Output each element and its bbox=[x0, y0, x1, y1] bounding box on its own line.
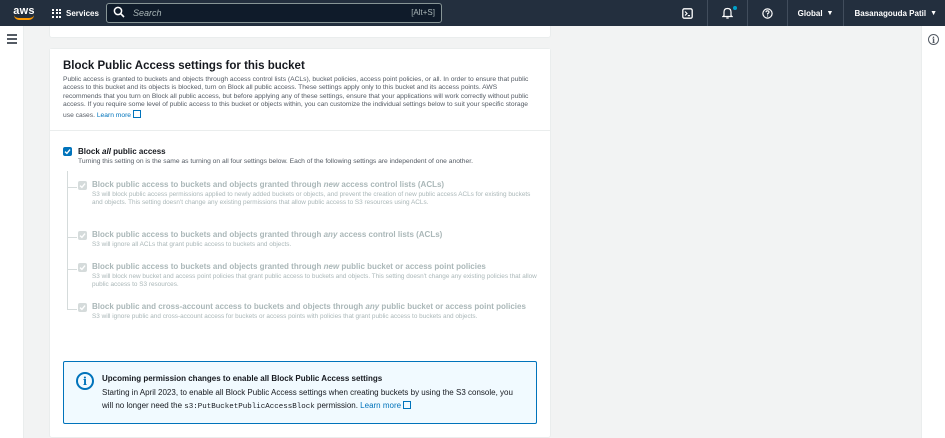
block-all-description: Turning this setting on is the same as t… bbox=[78, 158, 473, 165]
setting-checkbox-disabled[interactable] bbox=[78, 231, 87, 240]
alert-body: Starting in April 2023, to enable all Bl… bbox=[102, 388, 513, 411]
aws-smile-icon bbox=[14, 15, 34, 20]
search-shortcut-hint: [Alt+S] bbox=[411, 8, 435, 17]
setting-checkbox-disabled[interactable] bbox=[78, 263, 87, 272]
help-icon bbox=[761, 7, 773, 19]
block-all-checkbox[interactable] bbox=[63, 147, 72, 156]
setting-description: S3 will block public access permissions … bbox=[92, 191, 531, 207]
block-all-public-access-option[interactable]: Block all public access Turning this set… bbox=[63, 147, 543, 166]
search-box[interactable]: [Alt+S] bbox=[106, 3, 442, 23]
region-label: Global bbox=[797, 8, 823, 18]
panel-description: Public access is granted to buckets and … bbox=[63, 76, 537, 120]
tree-branch bbox=[67, 187, 77, 188]
account-menu[interactable]: Basanagouda Patil ▼ bbox=[843, 0, 945, 26]
tree-branch bbox=[67, 309, 77, 310]
caret-down-icon: ▼ bbox=[826, 9, 834, 17]
setting-checkbox-disabled[interactable] bbox=[78, 181, 87, 190]
cloudshell-button[interactable] bbox=[668, 0, 707, 26]
left-navigation-rail bbox=[0, 26, 24, 438]
setting-new-acls[interactable]: Block public access to buckets and objec… bbox=[78, 180, 538, 208]
services-label: Services bbox=[66, 8, 99, 18]
grid-icon bbox=[52, 8, 61, 18]
setting-label: Block public and cross-account access to… bbox=[92, 302, 526, 311]
info-alert: i Upcoming permission changes to enable … bbox=[63, 361, 537, 424]
alert-learn-more-link[interactable]: Learn more bbox=[360, 401, 412, 410]
tree-connector bbox=[67, 171, 68, 310]
setting-any-acls[interactable]: Block public access to buckets and objec… bbox=[78, 230, 538, 249]
tree-branch bbox=[67, 237, 77, 238]
search-icon bbox=[113, 6, 127, 20]
setting-label: Block public access to buckets and objec… bbox=[92, 262, 486, 271]
previous-panel bbox=[49, 26, 551, 38]
learn-more-link[interactable]: Learn more bbox=[97, 109, 142, 119]
cloudshell-icon bbox=[681, 7, 693, 19]
region-selector[interactable]: Global ▼ bbox=[786, 0, 844, 26]
caret-down-icon: ▼ bbox=[930, 9, 937, 17]
account-name: Basanagouda Patil bbox=[854, 8, 927, 18]
help-button[interactable] bbox=[746, 0, 787, 26]
setting-label: Block public access to buckets and objec… bbox=[92, 180, 445, 189]
external-link-icon bbox=[403, 401, 412, 409]
right-tools-rail: i bbox=[921, 26, 945, 438]
setting-any-policies[interactable]: Block public and cross-account access to… bbox=[78, 302, 538, 321]
setting-description: S3 will block new bucket and access poin… bbox=[92, 273, 537, 289]
hamburger-menu-icon[interactable] bbox=[7, 34, 17, 46]
setting-new-policies[interactable]: Block public access to buckets and objec… bbox=[78, 262, 538, 290]
alert-title: Upcoming permission changes to enable al… bbox=[102, 374, 383, 383]
tree-branch bbox=[67, 269, 77, 270]
setting-description: S3 will ignore public and cross-account … bbox=[92, 313, 478, 320]
setting-label: Block public access to buckets and objec… bbox=[92, 230, 443, 239]
block-all-label: Block all public access bbox=[78, 147, 166, 156]
search-input[interactable] bbox=[133, 8, 373, 18]
block-public-access-panel: Block Public Access settings for this bu… bbox=[49, 48, 551, 438]
aws-logo[interactable]: aws bbox=[4, 0, 44, 26]
panel-header: Block Public Access settings for this bu… bbox=[50, 49, 550, 132]
setting-checkbox-disabled[interactable] bbox=[78, 303, 87, 312]
permission-code: s3:PutBucketPublicAccessBlock bbox=[184, 403, 315, 411]
services-menu-button[interactable]: Services bbox=[52, 8, 99, 18]
top-navigation-bar: aws Services [Alt+S] Global▼ Basanagouda… bbox=[0, 0, 945, 26]
notification-dot bbox=[732, 6, 737, 10]
panel-title: Block Public Access settings for this bu… bbox=[63, 60, 305, 72]
external-link-icon bbox=[133, 109, 142, 118]
notifications-button[interactable] bbox=[706, 0, 747, 26]
bell-icon bbox=[721, 7, 733, 19]
setting-description: S3 will ignore all ACLs that grant publi… bbox=[92, 241, 292, 248]
info-circle-icon: i bbox=[76, 372, 94, 390]
info-icon[interactable]: i bbox=[928, 34, 939, 45]
